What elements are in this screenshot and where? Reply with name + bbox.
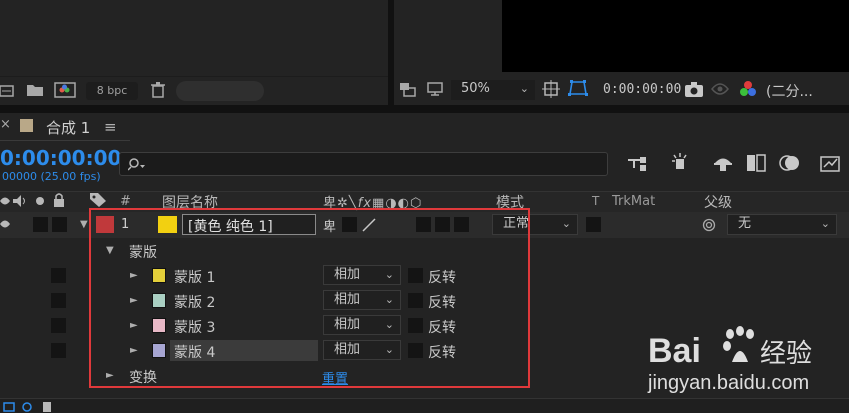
mask-visibility-icon[interactable] [567,78,589,98]
bpc-label[interactable]: 8 bpc [86,82,138,100]
new-folder-icon[interactable] [26,82,44,98]
parent-value: 无 [738,216,752,231]
chevron-down-icon: ⌄ [519,82,529,95]
column-t-header: T [592,194,600,208]
composition-color-swatch [20,119,33,132]
draft-3d-icon[interactable] [670,153,692,173]
motion-blur-icon[interactable] [779,153,801,173]
parent-pickwhip-icon[interactable] [702,218,716,232]
mask-visibility-switch[interactable] [51,343,66,358]
lock-icon[interactable] [52,193,66,207]
camera-icon[interactable] [684,81,704,97]
new-composition-icon[interactable] [54,82,76,98]
viewer-toolbar: 50% ⌄ 0:00:00:00 (二分... [394,76,849,105]
project-scrollbar[interactable] [176,81,264,101]
chevron-down-icon: ⌄ [561,217,571,230]
snapshot-views-icon[interactable] [400,82,416,98]
color-channels-icon[interactable] [738,79,758,99]
project-toolbar: 8 bpc [0,77,388,105]
project-panel [0,0,388,76]
zoom-dropdown[interactable]: 50% ⌄ [451,80,535,100]
layer-search-input[interactable] [119,152,608,176]
video-eye-icon[interactable] [0,194,10,208]
frame-rate-info: 00000 (25.00 fps) [2,170,101,183]
baidu-paw-logo: Bai 经验 [648,326,812,370]
show-snapshot-icon[interactable] [710,81,730,97]
layer-expand-icon[interactable]: ▼ [80,219,88,230]
close-tab-icon[interactable]: × [0,117,11,132]
interpret-footage-icon[interactable] [0,83,14,99]
svg-text:Bai: Bai [648,332,701,370]
horizontal-divider [0,105,849,113]
layer-audio-switch[interactable] [33,217,48,232]
tab-underline [0,140,130,141]
mask-visibility-switch[interactable] [51,268,66,283]
layer-eye-icon[interactable] [0,218,10,230]
mask-visibility-switch[interactable] [51,293,66,308]
toggle-modes-icon[interactable] [20,401,34,413]
mask-visibility-switch[interactable] [51,318,66,333]
toggle-timing-icon[interactable] [40,401,54,413]
resolution-dropdown[interactable]: (二分... [766,81,849,101]
timeline-bottom-bar [0,398,849,413]
watermark-url: jingyan.baidu.com [648,372,810,394]
composition-flowchart-icon[interactable] [628,156,648,172]
trash-icon[interactable] [150,82,166,98]
graph-editor-icon[interactable] [820,153,842,173]
toggle-switches-icon[interactable] [2,401,16,413]
grid-guides-icon[interactable] [541,80,561,98]
search-icon [128,156,146,172]
frame-blending-icon[interactable] [746,153,766,173]
parent-dropdown[interactable]: 无 ⌄ [727,214,837,235]
solo-dot-icon[interactable] [36,197,44,205]
column-trkmat-header[interactable]: TrkMat [612,194,655,209]
panel-menu-icon[interactable]: ≡ [104,118,117,136]
viewer-canvas[interactable] [502,0,849,72]
viewer-frame [394,0,849,76]
shy-layers-icon[interactable] [712,153,734,173]
audio-speaker-icon[interactable] [13,194,29,208]
column-number-header: # [120,194,131,209]
composition-tab-title[interactable]: 合成 1 [46,117,90,138]
svg-text:经验: 经验 [760,339,812,369]
monitor-icon[interactable] [426,81,444,97]
label-tag-icon[interactable] [90,193,106,207]
current-time-display[interactable]: 0:00:00:00 [0,146,121,170]
column-parent-header[interactable]: 父级 [704,192,732,212]
layer-preserve-transparency-switch[interactable] [586,217,601,232]
baidu-jingyan-watermark: Bai 经验 jingyan.baidu.com [648,322,848,398]
zoom-value: 50% [461,81,490,96]
highlight-box [89,208,530,388]
viewer-timecode[interactable]: 0:00:00:00 [603,82,681,97]
layer-lock-switch[interactable] [52,217,67,232]
chevron-down-icon: ⌄ [820,217,830,230]
